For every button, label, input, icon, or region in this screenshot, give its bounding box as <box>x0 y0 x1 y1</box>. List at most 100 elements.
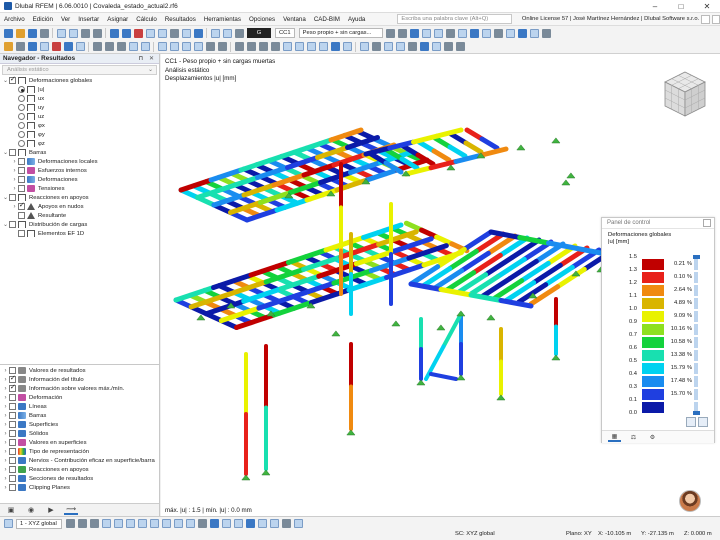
chevron-right-icon[interactable]: › <box>11 177 18 183</box>
show-results-icon[interactable] <box>410 28 420 38</box>
redo-icon[interactable] <box>92 28 102 38</box>
chevron-down-icon[interactable]: ⌄ <box>2 149 9 156</box>
workplane-icon[interactable] <box>197 519 207 528</box>
results-item[interactable]: › Apoyos en nudos <box>0 201 159 211</box>
menu-ver[interactable]: Ver <box>57 16 74 23</box>
checkbox[interactable] <box>18 158 25 165</box>
color-scale-tab-icon[interactable]: ▦ <box>608 432 621 442</box>
checkbox[interactable] <box>9 403 16 410</box>
spline-tool-icon[interactable] <box>149 519 159 528</box>
delete-icon[interactable] <box>443 42 453 51</box>
filter-icon[interactable] <box>446 28 456 38</box>
chevron-right-icon[interactable]: › <box>11 159 18 165</box>
legend-settings-icon[interactable] <box>686 417 696 427</box>
node-icon[interactable] <box>27 42 37 51</box>
display-item[interactable]: › Información del título <box>0 374 159 384</box>
maximize-button[interactable]: □ <box>668 0 694 13</box>
control-panel[interactable]: Panel de control Deformaciones globales … <box>601 217 715 443</box>
filter-tab-icon[interactable]: ⚙ <box>646 432 659 442</box>
scale-icon[interactable] <box>458 28 468 38</box>
divide-icon[interactable] <box>140 42 150 51</box>
contour-icon[interactable] <box>482 28 492 38</box>
move-icon[interactable] <box>92 42 102 51</box>
display-item[interactable]: › Clipping Planes <box>0 483 159 492</box>
deformation-icon[interactable] <box>470 28 480 38</box>
guide-line-icon[interactable] <box>173 519 183 528</box>
lock-icon[interactable] <box>407 42 417 51</box>
checkbox[interactable] <box>9 149 16 156</box>
minimize-button[interactable]: – <box>642 0 668 13</box>
surface-icon[interactable] <box>63 42 73 51</box>
results-item[interactable]: Elementos EF 1D <box>0 229 159 238</box>
undo-icon[interactable] <box>80 28 90 38</box>
display-item[interactable]: › Nervios - Contribución eficaz en superf… <box>0 456 159 465</box>
menu-insertar[interactable]: Insertar <box>74 16 103 23</box>
display-item[interactable]: › Líneas <box>0 402 159 411</box>
load-case-selector[interactable]: Peso propio + sin cargas... <box>298 28 383 38</box>
display-item[interactable]: › Superficies <box>0 420 159 429</box>
tools-icon[interactable] <box>542 28 552 38</box>
display-item[interactable]: › Deformación <box>0 393 159 402</box>
radio-button[interactable] <box>18 95 25 102</box>
ortho-icon[interactable] <box>77 519 87 528</box>
results-item[interactable]: φx <box>0 121 159 130</box>
polyline-tool-icon[interactable] <box>125 519 135 528</box>
results-item[interactable]: φz <box>0 139 159 148</box>
visibility-icon[interactable] <box>371 42 381 51</box>
results-item[interactable]: ⌄ Barras <box>0 148 159 157</box>
scale-model-icon[interactable] <box>128 42 138 51</box>
chevron-right-icon[interactable]: › <box>11 204 18 210</box>
rotate-icon[interactable] <box>104 42 114 51</box>
select-icon[interactable] <box>3 42 13 51</box>
magnet-icon[interactable] <box>221 519 231 528</box>
snap-grid-icon[interactable] <box>65 519 75 528</box>
menu-cad-bim[interactable]: CAD-BIM <box>310 16 344 23</box>
copy-icon[interactable] <box>56 28 66 38</box>
numbering-icon[interactable] <box>359 42 369 51</box>
nodal-load-icon[interactable] <box>169 42 179 51</box>
pointer-icon[interactable] <box>15 42 25 51</box>
menu-resultados[interactable]: Resultados <box>161 16 200 23</box>
view-x-icon[interactable] <box>234 42 244 51</box>
checkbox[interactable] <box>9 383 16 392</box>
grid-display-icon[interactable] <box>245 519 255 528</box>
checkbox[interactable] <box>9 394 16 401</box>
menu-calculo[interactable]: Cálculo <box>132 16 161 23</box>
checkbox[interactable] <box>9 466 16 473</box>
chevron-right-icon[interactable]: › <box>11 168 18 174</box>
close-button[interactable]: ✕ <box>694 0 720 13</box>
checkbox[interactable] <box>9 457 16 464</box>
grid-icon[interactable] <box>181 28 191 38</box>
checkbox[interactable] <box>9 448 16 455</box>
menu-opciones[interactable]: Opciones <box>245 16 279 23</box>
results-item[interactable]: ⌄ Deformaciones globales <box>0 75 159 85</box>
osnap-icon[interactable] <box>233 519 243 528</box>
zoom-all-icon[interactable] <box>282 42 292 51</box>
wireframe-icon[interactable] <box>318 42 328 51</box>
checkbox[interactable] <box>18 230 25 237</box>
checkbox[interactable] <box>18 167 25 174</box>
results-item[interactable]: Resultante <box>0 211 159 220</box>
load-case-type[interactable]: G <box>247 28 271 38</box>
paste-icon[interactable] <box>68 28 78 38</box>
render-icon[interactable] <box>193 28 203 38</box>
views-tab-icon[interactable]: ▶ <box>44 505 58 515</box>
snap-object-icon[interactable] <box>89 519 99 528</box>
results-item[interactable]: › Deformaciones locales <box>0 157 159 166</box>
result-tables-icon[interactable] <box>133 28 143 38</box>
zoom-window-icon[interactable] <box>294 42 304 51</box>
menu-ventana[interactable]: Ventana <box>279 16 310 23</box>
results-item[interactable]: › Tensiones <box>0 184 159 193</box>
next-case-icon[interactable] <box>398 28 408 38</box>
pin-close-icons[interactable]: ⊓ ✕ <box>139 55 156 62</box>
view-cube-icon[interactable] <box>659 68 711 120</box>
radio-button[interactable] <box>18 122 25 129</box>
menu-ayuda[interactable]: Ayuda <box>344 16 369 23</box>
coordinate-icon[interactable] <box>185 519 195 528</box>
legend-min-slider[interactable] <box>693 411 700 415</box>
chevron-down-icon[interactable]: ⌄ <box>2 77 9 84</box>
radio-button[interactable] <box>18 113 25 120</box>
layout-icon[interactable] <box>701 14 710 24</box>
wind-icon[interactable] <box>205 42 215 51</box>
checkbox[interactable] <box>18 212 25 219</box>
